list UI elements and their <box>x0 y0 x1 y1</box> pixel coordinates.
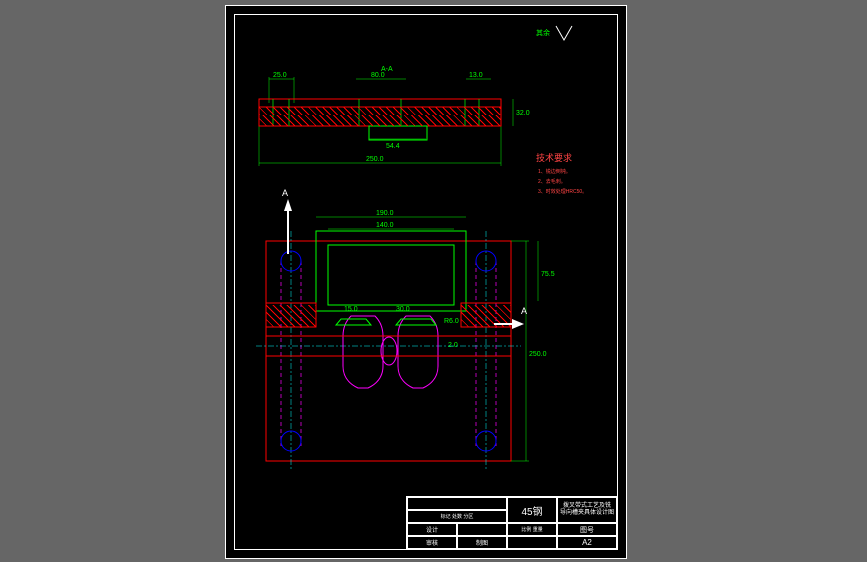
tb-scale-labels: 比例 重量 <box>521 526 542 533</box>
section-marker-a-right: A <box>521 306 527 316</box>
dim-140: 140.0 <box>376 222 394 229</box>
tb-sheet-size: A2 <box>557 536 617 549</box>
tb-check: 审核 <box>407 536 457 549</box>
plan-view: 190.0 140.0 15.0 30.0 R6.0 2.0 250.0 75.… <box>256 201 576 481</box>
requirements-title: 技术要求 <box>536 151 572 164</box>
section-marker-right-icon <box>494 316 524 336</box>
req-line1: 1、锐边倒钝。 <box>538 168 571 175</box>
section-marker-top-icon <box>278 199 298 259</box>
header-rough-label: 其余 <box>536 28 550 38</box>
cad-viewer: 其余 A-A <box>0 0 867 562</box>
tb-draft: 制图 <box>457 536 507 549</box>
dim-250: 250.0 <box>366 156 384 163</box>
dim-54-4: 54.4 <box>386 143 400 150</box>
roughness-symbol-icon <box>554 24 574 44</box>
dim-30: 30.0 <box>396 306 410 313</box>
dim-15: 15.0 <box>344 306 358 313</box>
hatch-top <box>259 107 501 115</box>
dim-2: 2.0 <box>448 342 458 349</box>
tb-drawing-name: 拨叉带式工艺及铣 导向槽夹具体设计图 <box>557 497 617 523</box>
drawing-sheet: 其余 A-A <box>225 5 627 559</box>
dim-75-5: 75.5 <box>541 271 555 278</box>
req-line3: 3、时效处理HRC50。 <box>538 188 587 195</box>
dim-32: 32.0 <box>516 110 530 117</box>
dim-r6: R6.0 <box>444 318 459 325</box>
hatch-bot <box>259 115 501 126</box>
tb-row-labels: 标记 处数 分区 <box>441 513 474 520</box>
dim-25: 25.0 <box>273 72 287 79</box>
section-marker-a-top: A <box>282 188 288 198</box>
tb-design: 设计 <box>407 523 457 536</box>
tb-drawing-no: 图号 <box>557 523 617 536</box>
dim-13: 13.0 <box>469 72 483 79</box>
section-view: 25.0 80.0 13.0 32.0 54.4 250.0 <box>251 71 571 181</box>
dim-190: 190.0 <box>376 210 394 217</box>
dim-80: 80.0 <box>371 72 385 79</box>
title-block: 标记 处数 分区 设计 审核 制图 45钢 比例 重量 拨叉带式工艺及铣 导向槽… <box>406 496 618 550</box>
dim-250-v: 250.0 <box>529 351 547 358</box>
hatch-left-block <box>266 305 316 327</box>
req-line2: 2、去毛刺。 <box>538 178 566 185</box>
tb-material: 45钢 <box>507 497 557 523</box>
